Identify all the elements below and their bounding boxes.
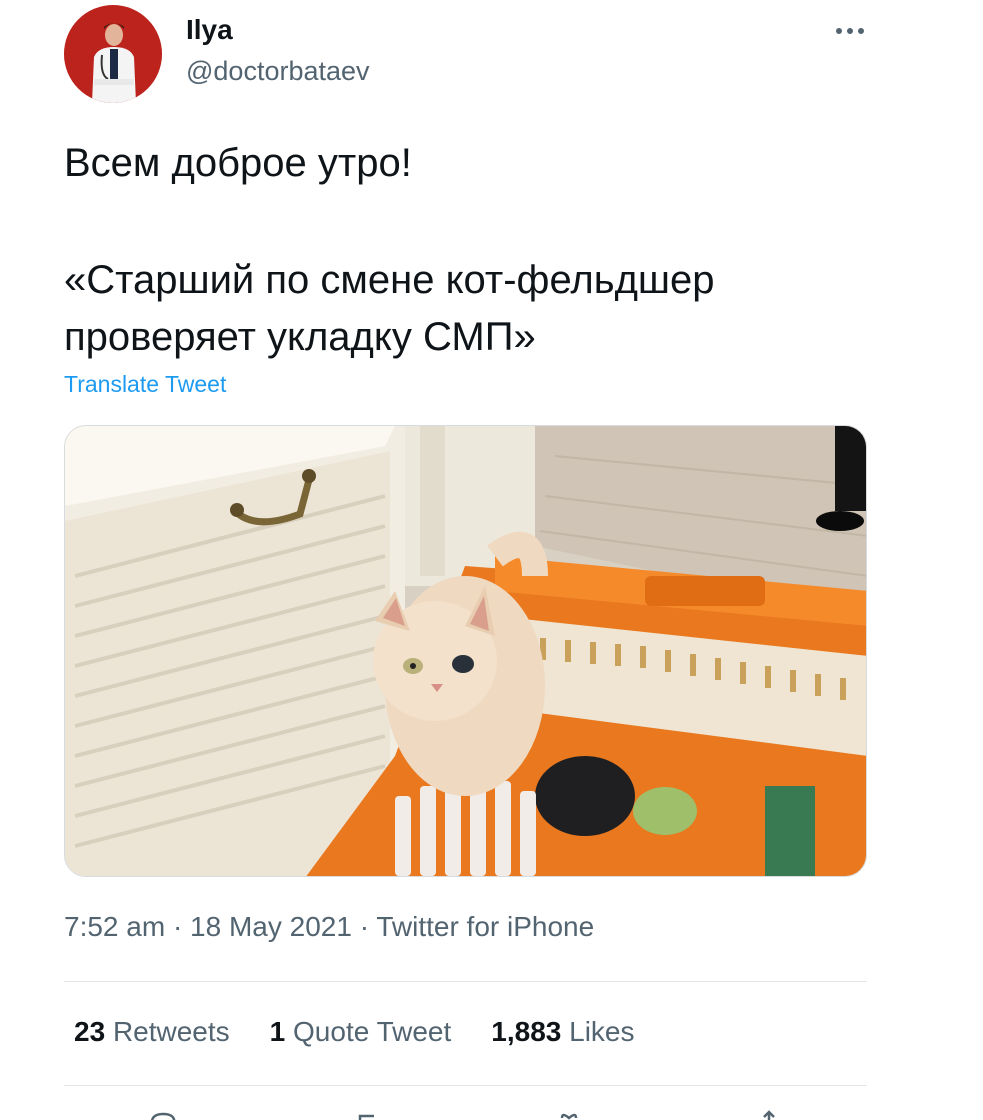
cat-photo-image bbox=[65, 426, 866, 876]
avatar-image bbox=[64, 5, 162, 103]
reply-icon bbox=[150, 1112, 176, 1120]
tweet-text: Всем доброе утро! «Старший по смене кот-… bbox=[64, 135, 864, 366]
tweet-detail: Ilya @doctorbataev Всем доброе утро! «Ст… bbox=[0, 0, 983, 1120]
tweet-action-bar bbox=[64, 1104, 867, 1120]
quote-tweets-label: Quote Tweet bbox=[293, 1016, 452, 1047]
more-horizontal-icon bbox=[836, 28, 864, 34]
likes-label: Likes bbox=[569, 1016, 635, 1047]
avatar[interactable] bbox=[64, 5, 162, 103]
tweet-timestamp[interactable]: 7:52 am · 18 May 2021 · Twitter for iPho… bbox=[64, 911, 594, 943]
retweets-stat[interactable]: 23 Retweets bbox=[74, 1016, 230, 1048]
likes-stat[interactable]: 1,883 Likes bbox=[491, 1016, 634, 1048]
translate-tweet-link[interactable]: Translate Tweet bbox=[64, 371, 226, 398]
tweet-line-caption: «Старший по смене кот-фельдшер проверяет… bbox=[64, 258, 715, 359]
retweets-label: Retweets bbox=[112, 1016, 230, 1047]
retweet-button[interactable] bbox=[354, 1110, 384, 1120]
retweet-icon bbox=[358, 1114, 374, 1120]
quote-tweets-count: 1 bbox=[269, 1016, 286, 1047]
tweet-line-greeting: Всем доброе утро! bbox=[64, 141, 412, 185]
user-handle[interactable]: @doctorbataev bbox=[186, 56, 370, 87]
like-icon bbox=[560, 1113, 578, 1120]
likes-count: 1,883 bbox=[491, 1016, 562, 1047]
share-icon bbox=[763, 1110, 775, 1120]
quote-tweets-stat[interactable]: 1 Quote Tweet bbox=[270, 1016, 452, 1048]
reply-button[interactable] bbox=[148, 1110, 178, 1120]
more-options-button[interactable] bbox=[826, 14, 874, 48]
tweet-photo[interactable] bbox=[64, 425, 867, 877]
divider bbox=[64, 1085, 867, 1086]
retweets-count: 23 bbox=[74, 1016, 106, 1047]
divider bbox=[64, 981, 867, 982]
like-button[interactable] bbox=[554, 1110, 584, 1120]
share-button[interactable] bbox=[754, 1110, 784, 1120]
tweet-stats: 23 Retweets 1 Quote Tweet 1,883 Likes bbox=[74, 1016, 675, 1048]
display-name[interactable]: Ilya bbox=[186, 14, 233, 46]
